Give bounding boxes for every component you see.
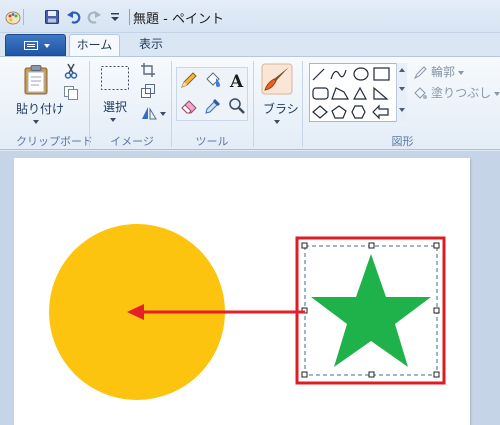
select-button[interactable]: 選択 bbox=[103, 98, 127, 115]
group-divider bbox=[89, 61, 90, 147]
brushes-dropdown-icon[interactable] bbox=[274, 120, 280, 124]
scroll-down-icon[interactable] bbox=[399, 87, 405, 91]
line-shape-icon bbox=[312, 68, 325, 81]
title-separator bbox=[129, 9, 130, 25]
copy-icon[interactable] bbox=[63, 85, 79, 101]
menu-icon bbox=[24, 41, 38, 50]
customize-dropdown-icon[interactable] bbox=[107, 9, 123, 25]
group-divider bbox=[253, 61, 254, 147]
tab-view[interactable]: 表示 bbox=[124, 34, 178, 57]
color-picker-icon[interactable] bbox=[203, 96, 223, 116]
paint-app-icon[interactable] bbox=[5, 9, 21, 25]
fill-button[interactable]: 塗りつぶし bbox=[413, 84, 500, 102]
redo-icon[interactable] bbox=[86, 9, 102, 25]
rotate-icon[interactable] bbox=[140, 105, 158, 121]
pencil-icon[interactable] bbox=[179, 70, 199, 90]
brushes-button[interactable]: ブラシ bbox=[263, 100, 299, 117]
group-divider bbox=[171, 61, 172, 147]
chevron-down-icon bbox=[44, 44, 50, 48]
paint-menu-button[interactable] bbox=[5, 34, 66, 56]
rectangle-shape-icon bbox=[373, 67, 390, 81]
expand-gallery-icon[interactable] bbox=[399, 108, 405, 112]
triangle-shape-icon bbox=[352, 86, 368, 100]
ribbon-tab-row: ホーム 表示 bbox=[0, 33, 500, 57]
svg-text:A: A bbox=[229, 72, 244, 90]
qat-separator bbox=[23, 9, 24, 25]
green-star-shape[interactable] bbox=[311, 254, 431, 367]
workspace bbox=[0, 151, 500, 425]
brush-icon[interactable] bbox=[261, 63, 293, 95]
fill-shape-icon bbox=[413, 86, 428, 101]
shapes-group-label: 図形 bbox=[391, 135, 414, 148]
arrow-shape-icon bbox=[372, 104, 389, 120]
outline-button[interactable]: 輪郭 bbox=[413, 63, 465, 81]
paste-button[interactable]: 貼り付け bbox=[16, 100, 64, 117]
hexagon-shape-icon bbox=[351, 105, 366, 119]
tools-group-label: ツール bbox=[195, 135, 229, 148]
magnifier-icon[interactable] bbox=[227, 96, 247, 116]
shapes-gallery bbox=[309, 63, 407, 122]
polygon-shape-icon bbox=[331, 87, 350, 100]
drawing-canvas[interactable] bbox=[14, 158, 470, 425]
curve-shape-icon bbox=[330, 69, 347, 80]
diamond-shape-icon bbox=[312, 105, 328, 119]
rotate-dropdown-icon[interactable] bbox=[160, 112, 166, 116]
crop-icon[interactable] bbox=[140, 62, 156, 78]
resize-icon[interactable] bbox=[140, 83, 156, 99]
eraser-icon[interactable] bbox=[179, 96, 199, 116]
window-title: 無題 - ペイント bbox=[133, 12, 224, 27]
image-group-label: イメージ bbox=[110, 135, 154, 148]
paste-dropdown-icon[interactable] bbox=[33, 120, 39, 124]
save-icon[interactable] bbox=[44, 9, 60, 25]
shapes-gallery-scrollbar[interactable] bbox=[396, 63, 407, 122]
scroll-up-icon[interactable] bbox=[399, 68, 405, 72]
cut-icon[interactable] bbox=[63, 63, 79, 79]
pentagon-shape-icon bbox=[331, 105, 347, 119]
fill-dropdown-icon bbox=[494, 91, 500, 96]
fill-icon[interactable] bbox=[203, 70, 223, 90]
outline-icon bbox=[413, 65, 428, 80]
tab-home[interactable]: ホーム bbox=[69, 34, 120, 57]
clipboard-group-label: クリップボード bbox=[16, 135, 93, 148]
text-icon[interactable]: A bbox=[227, 70, 247, 90]
right-triangle-shape-icon bbox=[373, 86, 389, 100]
undo-icon[interactable] bbox=[66, 9, 82, 25]
ribbon: 貼り付け クリップボード 選択 イメージ A ツール ブラシ 輪郭 塗りつぶし … bbox=[0, 56, 500, 150]
group-divider bbox=[302, 61, 303, 147]
outline-dropdown-icon bbox=[458, 70, 465, 75]
paste-icon[interactable] bbox=[22, 64, 50, 96]
select-icon[interactable] bbox=[100, 65, 130, 91]
select-dropdown-icon[interactable] bbox=[110, 118, 116, 122]
title-bar: 無題 - ペイント bbox=[0, 0, 500, 33]
rounded-rectangle-shape-icon bbox=[312, 87, 329, 100]
oval-shape-icon bbox=[353, 67, 369, 81]
